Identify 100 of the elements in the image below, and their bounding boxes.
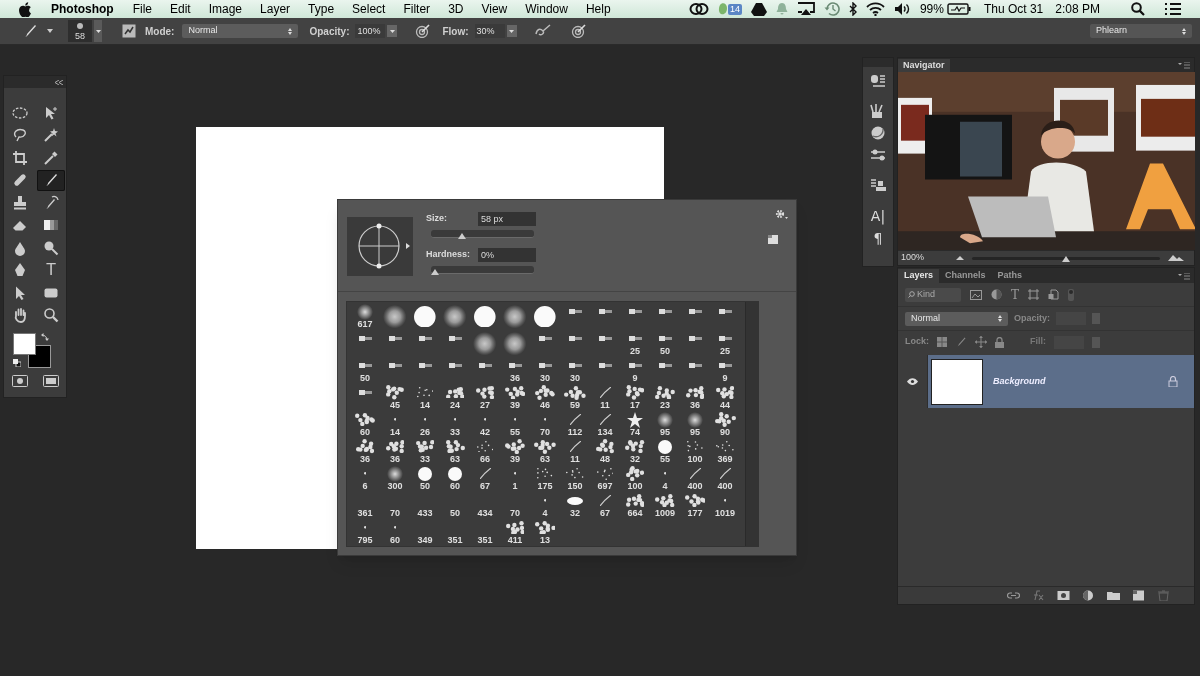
brush-preset[interactable]: 39 (500, 384, 530, 411)
brush-preset[interactable]: 14 (380, 411, 410, 438)
workspace-dropdown[interactable]: Phlearn (1090, 24, 1192, 38)
brush-preset[interactable]: 795 (350, 519, 380, 546)
folder-icon[interactable] (1107, 590, 1120, 601)
brush-preset[interactable]: 27 (470, 384, 500, 411)
brush-preset[interactable]: 39 (500, 438, 530, 465)
panel-tab[interactable]: Layers (898, 269, 940, 283)
layer-row[interactable]: Background (898, 355, 1194, 408)
brush-preset[interactable]: 25 (620, 330, 650, 357)
brush-preset[interactable]: 63 (440, 438, 470, 465)
slider-thumb[interactable] (431, 269, 439, 275)
brush-icon[interactable] (22, 23, 38, 39)
dropdown-toggle[interactable] (94, 20, 102, 42)
scrollbar[interactable] (745, 302, 758, 546)
hardness-field[interactable]: 0% (478, 248, 536, 262)
panel-tab[interactable]: Channels (939, 269, 992, 283)
menu-item[interactable]: Image (208, 0, 243, 18)
adjust-sliders-icon[interactable] (870, 147, 886, 163)
adjustment-layer-icon[interactable] (1082, 590, 1095, 601)
pressure-target-icon[interactable] (415, 24, 431, 38)
default-colors-icon[interactable] (13, 359, 21, 367)
slider-track[interactable] (431, 266, 534, 274)
brush-preset[interactable]: 11 (560, 438, 590, 465)
brush-preset[interactable]: 23 (650, 384, 680, 411)
brushes-panel-icon[interactable] (870, 103, 886, 119)
cloud-swirl-icon[interactable] (688, 2, 709, 16)
brush-preset[interactable]: 11 (590, 384, 620, 411)
brush-preset[interactable]: 26 (410, 411, 440, 438)
color-swatches-drawing[interactable] (13, 333, 51, 368)
brush-preset[interactable]: 32 (620, 438, 650, 465)
new-preset-icon[interactable] (768, 235, 778, 244)
brush-preset[interactable]: 70 (380, 492, 410, 519)
brush-preset[interactable]: 60 (350, 411, 380, 438)
link-icon[interactable] (1007, 590, 1020, 601)
brush-preset[interactable]: 50 (440, 492, 470, 519)
brush-preset[interactable]: 66 (470, 438, 500, 465)
brush-preset[interactable]: 100 (620, 465, 650, 492)
brush-preset[interactable]: 4 (650, 465, 680, 492)
brush-preset[interactable]: 30 (530, 357, 560, 384)
wifi-icon[interactable] (865, 2, 885, 16)
panel-toggle[interactable]: ¶ (873, 229, 883, 247)
brush-preset[interactable]: 70 (500, 492, 530, 519)
padlock-icon[interactable] (995, 336, 1004, 348)
brush-preset[interactable]: 617 (350, 303, 380, 330)
brush-preset[interactable]: 697 (590, 465, 620, 492)
brush-tip-preview[interactable] (347, 217, 413, 276)
dropdown-toggle[interactable] (506, 25, 517, 37)
caret-icon[interactable] (47, 29, 53, 33)
brush-preset[interactable]: 59 (560, 384, 590, 411)
slider-thumb[interactable] (1062, 255, 1070, 262)
size-field[interactable]: 58 px (478, 212, 536, 226)
history-panel-icon[interactable] (870, 73, 886, 89)
brush-preset[interactable]: 33 (440, 411, 470, 438)
brush-preset[interactable]: 44 (710, 384, 740, 411)
tool-button[interactable] (37, 169, 65, 191)
brush-preset[interactable]: 32 (560, 492, 590, 519)
quick-mask-icon[interactable] (11, 375, 28, 387)
menu-item[interactable]: Window (525, 0, 568, 18)
filter-toggle-icon[interactable] (1068, 288, 1074, 301)
brush-preset[interactable]: 411 (500, 519, 530, 546)
brush-preset[interactable]: 349 (410, 519, 440, 546)
settings-icon[interactable] (775, 209, 788, 220)
brush-preset[interactable]: 14 (410, 384, 440, 411)
brush-preset[interactable]: 36 (680, 384, 710, 411)
brush-preset[interactable]: 17 (620, 384, 650, 411)
brush-preset[interactable]: 6 (350, 465, 380, 492)
brush-preset[interactable]: 33 (410, 438, 440, 465)
menu-item[interactable]: Filter (403, 0, 431, 18)
brush-preset[interactable]: 25 (710, 330, 740, 357)
speaker-icon[interactable] (893, 2, 911, 16)
bluetooth-icon[interactable] (848, 2, 857, 16)
battery-icon[interactable] (946, 3, 971, 15)
mask-icon[interactable] (1057, 590, 1070, 601)
brush-preset[interactable]: 433 (410, 492, 440, 519)
effects-icon[interactable] (1032, 590, 1045, 601)
menu-item[interactable]: Help (585, 0, 611, 18)
menu-item[interactable]: Type (308, 0, 335, 18)
brush-preset[interactable]: 369 (710, 438, 740, 465)
brush-preset[interactable]: 1019 (710, 492, 740, 519)
brush-preset[interactable]: 134 (590, 411, 620, 438)
brush-preset[interactable]: 60 (440, 465, 470, 492)
filter-dropdown[interactable]: Kind (905, 287, 961, 302)
brush-icon[interactable] (955, 336, 967, 348)
swap-arrows-icon[interactable] (41, 332, 50, 341)
brush-preset[interactable]: 400 (680, 465, 710, 492)
flow-field[interactable]: 30% (474, 24, 505, 38)
dropdown-toggle[interactable] (1092, 336, 1100, 348)
search-icon[interactable] (1131, 2, 1145, 16)
menu-item[interactable]: File (132, 0, 152, 18)
brush-preset[interactable]: 46 (530, 384, 560, 411)
sphere-icon[interactable] (870, 125, 886, 141)
brush-preset[interactable]: 24 (440, 384, 470, 411)
brush-preset[interactable]: 50 (650, 330, 680, 357)
dropdown-toggle[interactable] (387, 25, 398, 37)
dropdown-toggle[interactable] (1092, 313, 1100, 324)
brush-preset[interactable]: 67 (470, 465, 500, 492)
menu-item[interactable]: Edit (170, 0, 191, 18)
brush-preset[interactable]: 175 (530, 465, 560, 492)
slider-track[interactable] (431, 230, 534, 238)
